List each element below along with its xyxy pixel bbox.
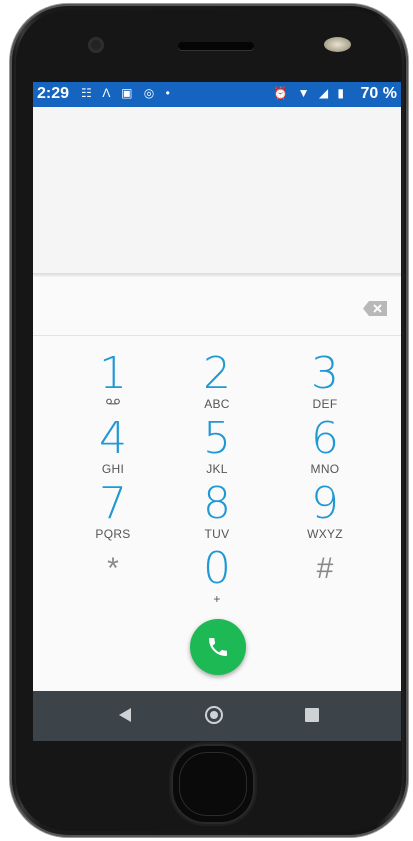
key-digit: 4 — [99, 413, 127, 464]
key-letters: + — [213, 592, 221, 606]
front-flash — [324, 37, 351, 52]
key-6[interactable]: 6 MNO — [275, 417, 375, 483]
key-digit: 6 — [311, 413, 339, 464]
front-camera — [88, 37, 104, 53]
key-0[interactable]: 0 + — [167, 547, 267, 613]
battery-percentage: 70 % — [360, 85, 397, 102]
key-1[interactable]: 1 — [63, 352, 163, 418]
key-letters: ABC — [204, 397, 230, 411]
notification-icons: ☷ Λ ▣ ◎ • — [81, 86, 174, 100]
system-status-icons: ⏰ ▼ ◢ ▮ — [273, 86, 347, 100]
key-digit: 2 — [203, 348, 231, 399]
key-letters: GHI — [101, 462, 125, 476]
key-3[interactable]: 3 DEF — [275, 352, 375, 418]
screen: 2:29 ☷ Λ ▣ ◎ • ⏰ ▼ ◢ ▮ 70 % 1 2 ABC 3 DE… — [33, 82, 401, 741]
key-digit: 3 — [311, 348, 339, 399]
key-digit: 9 — [311, 478, 339, 529]
phone-icon — [209, 638, 227, 656]
key-digit: 5 — [203, 413, 231, 464]
key-letters: TUV — [204, 527, 230, 541]
key-8[interactable]: 8 TUV — [167, 482, 267, 548]
earpiece-speaker — [178, 42, 254, 50]
digits-input[interactable] — [43, 287, 353, 323]
status-time: 2:29 — [37, 85, 70, 102]
key-2[interactable]: 2 ABC — [167, 352, 267, 418]
key-digit: 1 — [99, 348, 127, 399]
key-letters: JKL — [206, 462, 228, 476]
back-icon[interactable] — [119, 708, 131, 722]
key-letters: DEF — [312, 397, 338, 411]
key-7[interactable]: 7 PQRS — [63, 482, 163, 548]
key-hash[interactable]: # — [275, 547, 375, 613]
voicemail-icon — [106, 398, 120, 405]
key-5[interactable]: 5 JKL — [167, 417, 267, 483]
key-star[interactable]: * — [63, 547, 163, 613]
key-digit: # — [316, 552, 334, 585]
physical-home-button[interactable] — [171, 744, 255, 824]
key-letters: WXYZ — [307, 527, 343, 541]
navigation-bar — [33, 691, 401, 741]
key-9[interactable]: 9 WXYZ — [275, 482, 375, 548]
recents-icon[interactable] — [305, 708, 319, 722]
home-icon[interactable] — [205, 706, 223, 724]
key-digit: 7 — [99, 478, 127, 529]
digits-row — [33, 277, 401, 336]
key-4[interactable]: 4 GHI — [63, 417, 163, 483]
dialer-header-area — [33, 107, 401, 273]
key-letters: MNO — [310, 462, 340, 476]
backspace-icon[interactable] — [363, 301, 387, 316]
key-digit: * — [107, 552, 119, 585]
key-letters: PQRS — [95, 527, 131, 541]
key-digit: 0 — [203, 543, 231, 594]
key-digit: 8 — [203, 478, 231, 529]
status-bar: 2:29 ☷ Λ ▣ ◎ • ⏰ ▼ ◢ ▮ 70 % — [33, 82, 401, 107]
call-button[interactable] — [190, 619, 246, 675]
